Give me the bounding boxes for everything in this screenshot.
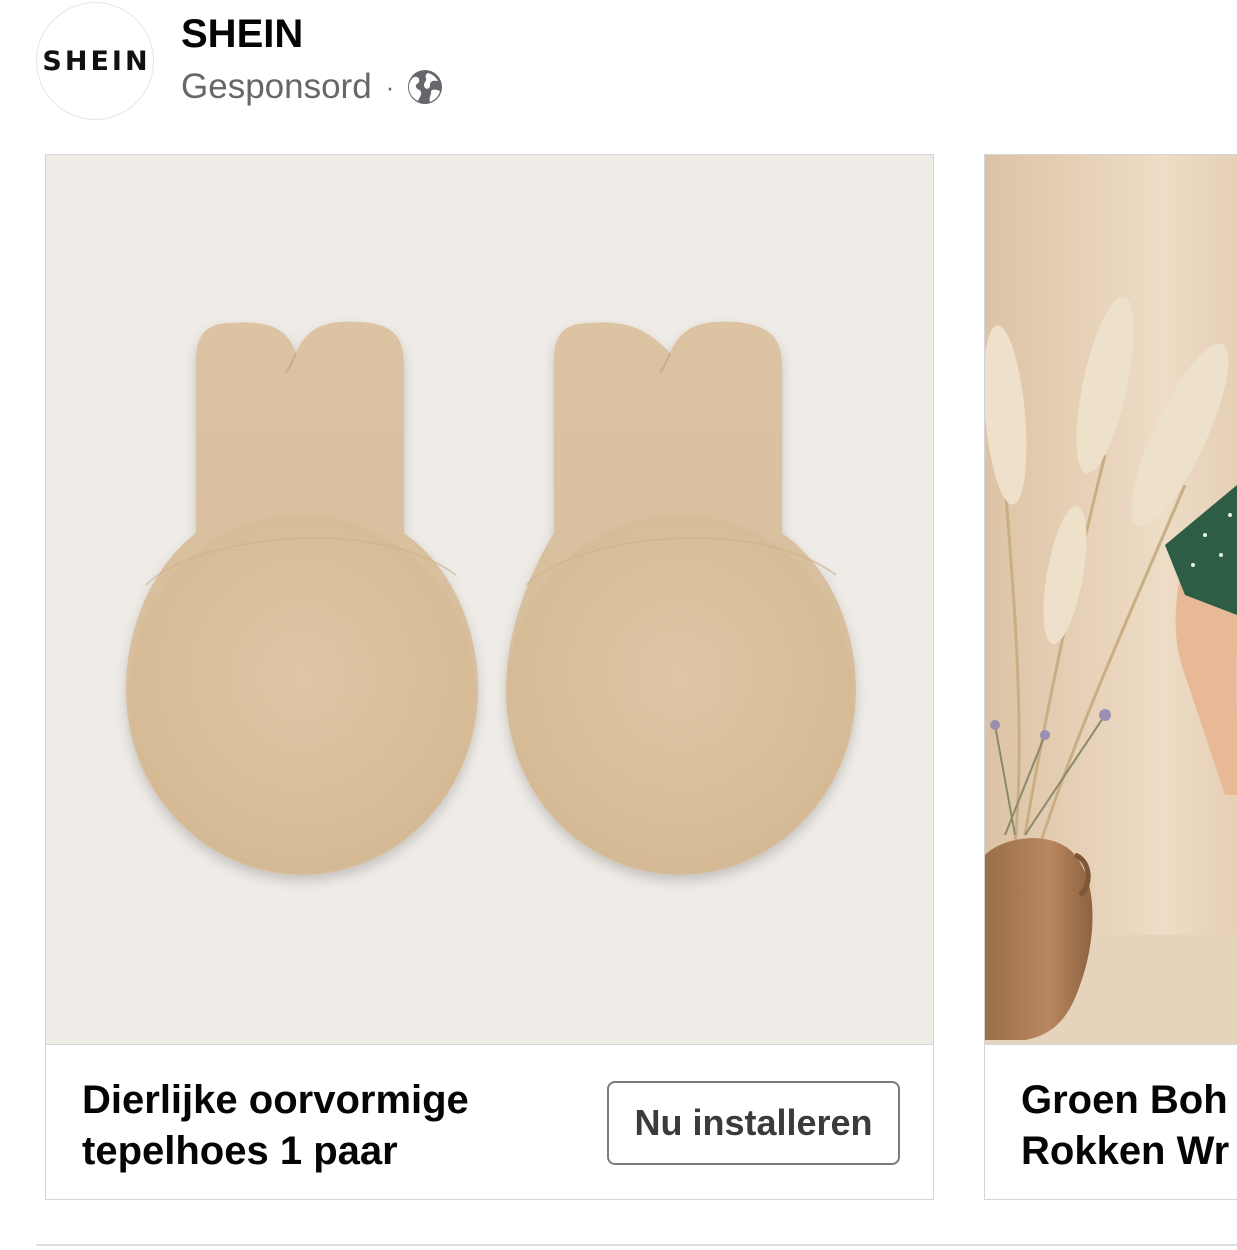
- sponsored-label[interactable]: Gesponsord: [181, 67, 372, 107]
- model-with-pampas-illustration: [985, 155, 1237, 1044]
- product-title[interactable]: Groen Boh Rokken Wr: [1021, 1075, 1237, 1177]
- page-avatar[interactable]: SHEIN: [36, 2, 154, 120]
- post-meta: Gesponsord ·: [181, 64, 444, 110]
- avatar-logo-text: SHEIN: [42, 45, 151, 77]
- carousel-card[interactable]: Groen Boh Rokken Wr: [984, 154, 1237, 1200]
- product-title[interactable]: Dierlijke oorvormige tepelhoes 1 paar: [82, 1075, 582, 1177]
- page-name[interactable]: SHEIN: [181, 10, 303, 58]
- card-footer: Dierlijke oorvormige tepelhoes 1 paar Nu…: [46, 1044, 933, 1199]
- post-header: SHEIN SHEIN Gesponsord ·: [0, 0, 1237, 140]
- install-now-button[interactable]: Nu installeren: [607, 1081, 900, 1165]
- globe-icon[interactable]: [406, 68, 444, 106]
- carousel-card[interactable]: Dierlijke oorvormige tepelhoes 1 paar Nu…: [45, 154, 934, 1200]
- product-image[interactable]: [985, 155, 1237, 1044]
- card-footer: Groen Boh Rokken Wr: [985, 1044, 1237, 1199]
- product-image[interactable]: [46, 155, 933, 1044]
- ad-carousel[interactable]: Dierlijke oorvormige tepelhoes 1 paar Nu…: [0, 154, 1237, 1204]
- meta-separator: ·: [385, 71, 395, 102]
- nipple-covers-illustration: [46, 155, 933, 1044]
- post-divider: [36, 1244, 1237, 1246]
